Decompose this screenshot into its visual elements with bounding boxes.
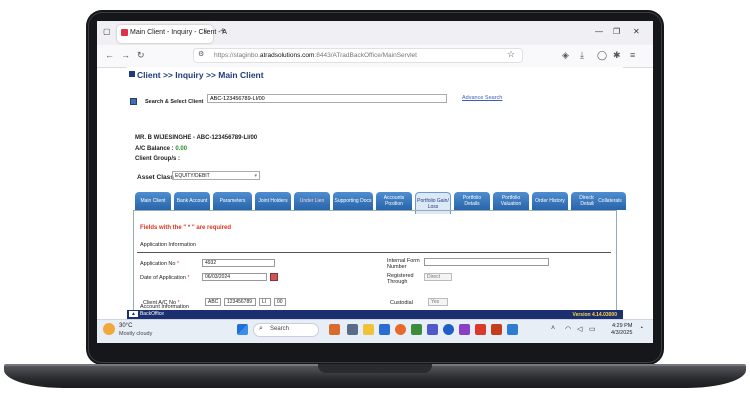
client-name: MR. B WIJESINGHE - ABC-123456789-LI/00: [135, 135, 258, 141]
client-ac-label: Client A/C No *: [143, 300, 180, 306]
client-ac-part4-input[interactable]: 00: [274, 298, 286, 306]
tray-chevron-icon[interactable]: ˄: [551, 325, 555, 332]
weather-icon[interactable]: [103, 323, 115, 335]
tab-overview-icon[interactable]: ▢: [103, 27, 111, 36]
registered-through-label: Registered Through: [387, 273, 414, 285]
tab-parameters[interactable]: Parameters: [213, 192, 252, 210]
tab-title: Main Client - Inquiry - Client - A: [130, 29, 227, 36]
asset-class-value: EQUITY/DEBIT: [175, 173, 210, 179]
page-footer: [127, 310, 623, 319]
file-explorer-icon[interactable]: [363, 324, 374, 335]
outlook-icon[interactable]: [507, 324, 518, 335]
screen: ▢ Main Client - Inquiry - Client - A × +…: [97, 21, 653, 343]
search-client-label: Search & Select Client: [145, 99, 204, 105]
clock[interactable]: 4:29 PM 4/3/2025: [611, 323, 632, 337]
application-no-label: Application No *: [140, 261, 180, 267]
weather-temp: 30°C: [119, 323, 133, 329]
clock-date: 4/3/2025: [611, 330, 633, 336]
downloads-icon[interactable]: ⤓: [580, 50, 584, 61]
section-divider: [137, 252, 611, 253]
bookmark-star-icon[interactable]: ☆: [507, 49, 515, 60]
custodial-select[interactable]: Yes: [428, 298, 448, 306]
breadcrumb-arrow-icon: [129, 71, 135, 77]
asset-class-select[interactable]: EQUITY/DEBIT ▾: [172, 171, 260, 180]
volume-icon[interactable]: ◁: [577, 325, 582, 333]
client-search-input[interactable]: [207, 94, 447, 103]
forward-icon[interactable]: →: [121, 50, 130, 60]
tab-supporting-docs[interactable]: Supporting Docs: [333, 192, 373, 210]
tab-portfolio-details[interactable]: Portfolio Details: [454, 192, 490, 210]
chevron-down-icon: ▾: [254, 173, 257, 179]
tab-order-history[interactable]: Order History: [532, 192, 568, 210]
date-of-application-input[interactable]: 06/03/2024: [202, 273, 267, 281]
client-ac-part2-input[interactable]: 123456789: [224, 298, 256, 306]
tab-accounts-position[interactable]: Accounts Position: [376, 192, 412, 210]
chrome-icon[interactable]: [443, 324, 454, 335]
new-tab-button[interactable]: +: [220, 26, 226, 37]
client-ac-part3-input[interactable]: LI: [259, 298, 271, 306]
extensions-icon[interactable]: ✱: [613, 50, 621, 61]
balance-value: 0.00: [175, 146, 188, 152]
balance-row: A/C Balance : 0.00: [135, 146, 187, 152]
footer-logo-icon: ▲: [129, 311, 138, 317]
application-info-title: Application Information: [140, 242, 196, 248]
balance-label: A/C Balance :: [135, 146, 176, 152]
tab-under-lien[interactable]: Under Lien: [294, 192, 330, 210]
asset-class-label: Asset Class: [137, 174, 174, 181]
registered-through-select[interactable]: Direct: [424, 273, 452, 281]
weather-desc: Mostly cloudy: [119, 331, 153, 337]
breadcrumb: Client >> Inquiry >> Main Client: [137, 70, 264, 80]
onenote-icon[interactable]: [459, 324, 470, 335]
url-text: https://staginbo.atradsolutions.com:8443…: [214, 52, 417, 59]
custodial-label: Custodial: [390, 300, 413, 306]
pocket-icon[interactable]: ◈: [562, 50, 569, 61]
minimize-icon[interactable]: —: [595, 27, 603, 36]
excel-icon[interactable]: [411, 324, 422, 335]
task-view-icon[interactable]: [347, 324, 358, 335]
battery-icon[interactable]: ▭: [589, 325, 596, 333]
laptop-notch: [318, 364, 432, 373]
notification-icon[interactable]: ◔: [639, 325, 643, 332]
search-toggle-icon[interactable]: [130, 98, 137, 105]
tab-collaterals[interactable]: Collaterals: [594, 192, 626, 210]
close-window-icon[interactable]: ✕: [633, 27, 640, 36]
tab-close-icon[interactable]: ×: [203, 27, 208, 36]
footer-brand: ▲ BackOffice: [129, 311, 165, 317]
internal-form-input[interactable]: [424, 258, 549, 266]
start-icon[interactable]: [237, 324, 248, 335]
wifi-icon[interactable]: ◠: [565, 325, 571, 333]
footer-version: Version 4.14.03000: [572, 312, 617, 318]
date-of-application-label: Date of Application *: [140, 275, 190, 281]
maximize-icon[interactable]: ❐: [613, 27, 620, 36]
calendar-icon[interactable]: [270, 273, 278, 281]
client-ac-part1-input[interactable]: ABC: [205, 298, 221, 306]
tab-joint-holders[interactable]: Joint Holders: [255, 192, 291, 210]
tab-bank-account[interactable]: Bank Account: [174, 192, 210, 210]
tab-favicon-icon: [121, 29, 128, 36]
tab-main-client[interactable]: Main Client: [135, 192, 171, 210]
reload-icon[interactable]: ↻: [137, 50, 145, 61]
site-info-icon[interactable]: ⚙: [198, 50, 204, 58]
firefox-icon[interactable]: [395, 324, 406, 335]
tab-portfolio-valuation[interactable]: Portfolio Valuation: [493, 192, 529, 210]
edge-icon[interactable]: [379, 324, 390, 335]
required-note: Fields with the " * " are required: [140, 225, 232, 231]
advance-search-link[interactable]: Advance Search: [462, 95, 502, 101]
web-page: Client >> Inquiry >> Main Client Search …: [127, 67, 623, 319]
acrobat-icon[interactable]: [475, 324, 486, 335]
widgets-icon[interactable]: [329, 324, 340, 335]
client-groups-label: Client Group/s :: [135, 156, 180, 162]
account-icon[interactable]: ◯: [597, 50, 607, 61]
internal-form-label: Internal Form Number: [387, 258, 420, 270]
teams-icon[interactable]: [427, 324, 438, 335]
back-icon[interactable]: ←: [105, 50, 114, 60]
search-icon: ⌕: [259, 325, 263, 332]
taskbar-search-placeholder: Search: [270, 326, 290, 332]
clock-time: 4:29 PM: [611, 323, 633, 329]
application-no-input[interactable]: 4932: [202, 259, 275, 267]
powerpoint-icon[interactable]: [491, 324, 502, 335]
menu-icon[interactable]: ≡: [630, 50, 635, 60]
